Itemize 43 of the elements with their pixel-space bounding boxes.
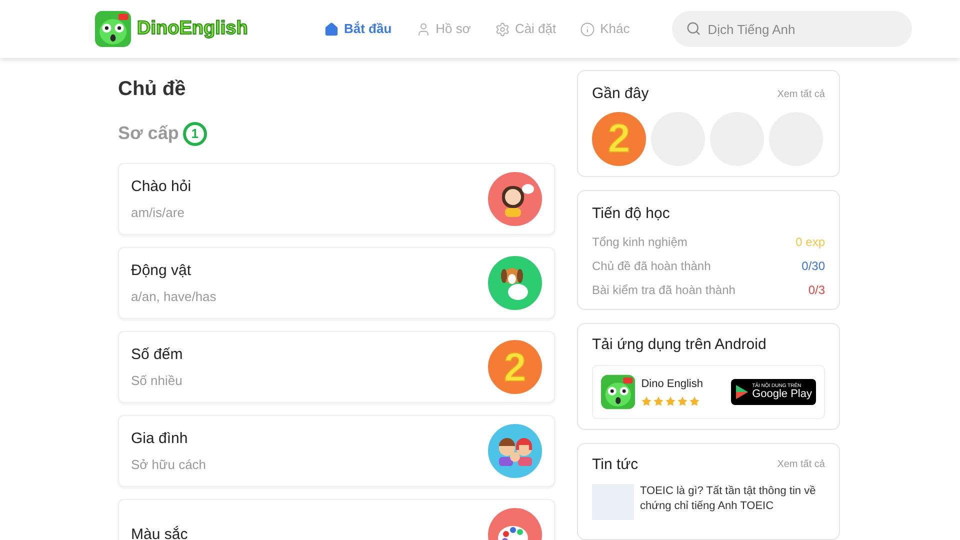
card-title: Gần đây — [592, 84, 649, 104]
topic-subtitle: Sở hữu cách — [131, 456, 206, 474]
stat-value: 0 exp — [796, 234, 825, 251]
stat-value: 0/3 — [808, 282, 825, 299]
level-title: Sơ cấp — [118, 122, 179, 145]
news-link[interactable]: TOEIC là gì? Tất tần tật thông tin về chứng chỉ tiếng Anh TOEIC — [640, 484, 825, 520]
level-badge: 1 — [182, 122, 207, 146]
topic-card[interactable]: Gia đình Sở hữu cách — [118, 415, 555, 487]
nav-tab[interactable]: Bắt đầu — [324, 19, 392, 39]
topic-title: Chào hỏi — [131, 177, 192, 197]
number-icon: 2 — [488, 340, 542, 394]
topic-title: Màu sắc — [131, 524, 188, 540]
topic-title: Số đếm — [131, 345, 183, 365]
search-field[interactable]: Dịch Tiếng Anh — [672, 11, 912, 47]
topic-title: Gia đình — [131, 429, 189, 449]
dino-logo-icon — [95, 11, 131, 47]
number-icon: 2 — [592, 112, 646, 166]
topic-card[interactable]: Chào hỏi am/is/are — [118, 163, 555, 235]
app-icon — [601, 374, 636, 410]
badge-store-name: Google Play — [752, 388, 812, 400]
topic-card[interactable]: Động vật a/an, have/has — [118, 247, 555, 319]
stat-label: Bài kiểm tra đã hoàn thành — [592, 282, 736, 299]
stat-label: Tổng kinh nghiệm — [592, 234, 688, 251]
logo-text: DinoEnglish — [137, 16, 249, 41]
settings-icon — [494, 22, 510, 36]
card-title: Tiến độ học — [592, 204, 671, 224]
topic-subtitle: a/an, have/has — [131, 288, 216, 306]
home-icon — [324, 22, 339, 36]
topic-card[interactable]: Số đếm Số nhiều 2 — [118, 331, 555, 403]
info-icon — [580, 22, 596, 36]
stat-value: 0/30 — [802, 258, 825, 275]
topic-subtitle: Số nhiều — [131, 372, 183, 390]
card-title: Tải ứng dụng trên Android — [592, 335, 768, 355]
user-icon — [416, 22, 431, 36]
topic-subtitle: am/is/are — [131, 204, 186, 222]
topic-card[interactable]: Màu sắc — [118, 499, 555, 540]
app-name: Dino English — [641, 377, 704, 392]
stat-label: Chủ đề đã hoàn thành — [592, 258, 711, 275]
section-title: Chủ đề — [118, 77, 187, 102]
card-title: Tin tức — [592, 454, 638, 474]
play-triangle-icon — [735, 384, 750, 400]
topic-title: Động vật — [131, 261, 192, 281]
search-icon — [686, 21, 701, 36]
